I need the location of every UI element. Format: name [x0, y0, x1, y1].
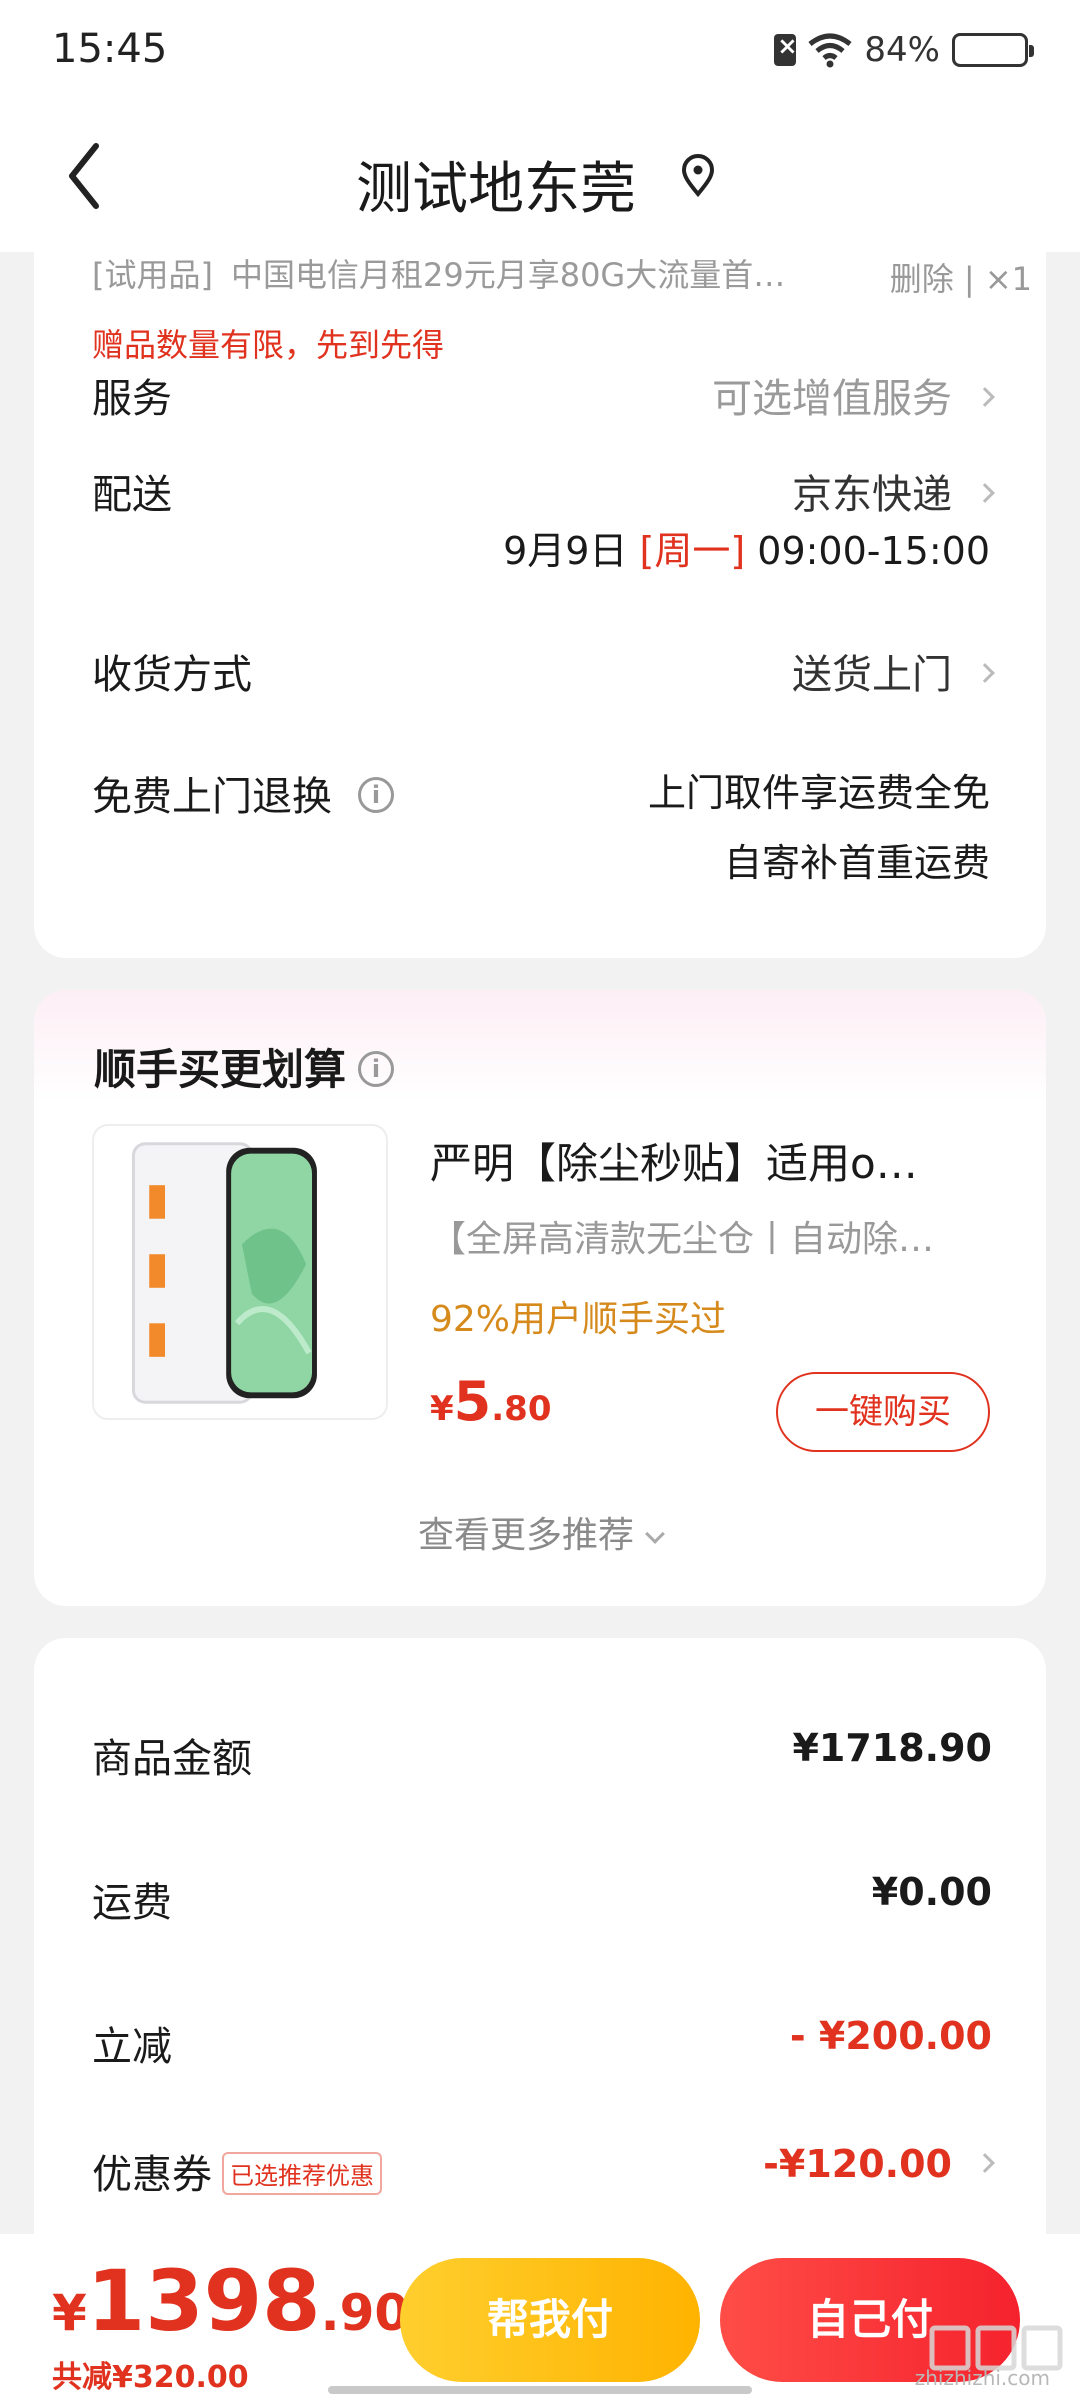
more-recommend-link[interactable]: 查看更多推荐 [34, 1506, 1046, 1558]
info-icon[interactable]: i [358, 777, 394, 813]
location-pin-icon[interactable] [680, 154, 716, 198]
nav-header: 测试地东莞 [0, 100, 1080, 252]
watermark-text: zhizhizhi.com [914, 2366, 1050, 2390]
shipping-label: 运费 [92, 1880, 172, 1926]
recommend-title: 顺手买更划算 i [94, 1036, 395, 1097]
shipping-row: 运费 ¥0.00 [92, 1870, 992, 1928]
wifi-icon [808, 33, 852, 68]
trial-item-text: 中国电信月租29元月享80G大流量首… [230, 256, 786, 294]
total-currency: ¥ [52, 2284, 87, 2342]
coupon-row[interactable]: 优惠券 已选推荐优惠 -¥120.00 [92, 2142, 995, 2200]
goods-amount-value: ¥1718.90 [792, 1726, 992, 1770]
receive-method-value[interactable]: 送货上门 [792, 642, 995, 700]
divider: | [953, 260, 985, 298]
service-value-text: 可选增值服务 [712, 376, 952, 422]
product-image[interactable] [92, 1124, 388, 1420]
delivery-value[interactable]: 京东快递 [792, 462, 995, 520]
coupon-value[interactable]: -¥120.00 [763, 2142, 995, 2186]
instant-discount-value: - ¥200.00 [789, 2014, 992, 2058]
price-decimal: .80 [491, 1389, 552, 1429]
coupon-tag: 已选推荐优惠 [222, 2151, 382, 2195]
trial-item-row: [试用品] 中国电信月租29元月享80G大流量首… 删除 | ×1 [92, 250, 1032, 298]
receive-method-value-text: 送货上门 [792, 652, 952, 698]
sim-off-icon [774, 32, 798, 66]
total-decimal: .90 [320, 2284, 410, 2342]
product-bought-rate: 92%用户顺手买过 [430, 1299, 727, 1340]
product-name[interactable]: 严明【除尘秒贴】适用o… [430, 1130, 990, 1191]
free-return-line1: 上门取件享运费全免 [647, 771, 990, 815]
one-click-buy-button[interactable]: 一键购买 [776, 1372, 990, 1452]
recommend-card: 顺手买更划算 i 严明【除尘秒贴】适用o… 【全屏高清款无尘仓丨自动除… 92%用… [34, 990, 1046, 1606]
home-indicator[interactable] [328, 2386, 752, 2394]
back-arrow-icon[interactable] [60, 136, 108, 216]
more-recommend-text: 查看更多推荐 [417, 1515, 634, 1556]
trial-item-actions: 删除 | ×1 [890, 254, 1032, 300]
page-title: 测试地东莞 [356, 157, 636, 222]
instant-discount-row: 立减 - ¥200.00 [92, 2014, 992, 2072]
coupon-label: 优惠券 [92, 2152, 212, 2198]
product-price: ¥5.80 [430, 1370, 551, 1433]
delivery-value-text: 京东快递 [792, 472, 952, 518]
total-saved: 共减¥320.00 [52, 2360, 249, 2395]
battery-percent: 84% [864, 30, 940, 70]
help-pay-button[interactable]: 帮我付 [400, 2258, 700, 2382]
delivery-time: 9月9日 [周一] 09:00-15:00 [503, 520, 990, 575]
delivery-date: 9月9日 [503, 529, 628, 573]
service-row[interactable]: 服务 可选增值服务 [92, 366, 995, 424]
trial-tag: [试用品] [92, 256, 213, 294]
delivery-label: 配送 [92, 472, 172, 518]
chevron-down-icon [645, 1524, 665, 1544]
delete-button[interactable]: 删除 [890, 260, 954, 298]
order-details-card: [试用品] 中国电信月租29元月享80G大流量首… 删除 | ×1 赠品数量有限，… [34, 240, 1046, 958]
recommend-title-text: 顺手买更划算 [94, 1045, 347, 1094]
total-price: ¥1398.90 [52, 2252, 409, 2350]
goods-amount-label: 商品金额 [92, 1736, 252, 1782]
status-icons: 84% [774, 28, 1034, 72]
receive-method-row[interactable]: 收货方式 送货上门 [92, 642, 995, 700]
chevron-right-icon [975, 483, 995, 503]
trial-qty: ×1 [984, 260, 1032, 298]
battery-icon [952, 33, 1034, 67]
gift-limited-note: 赠品数量有限，先到先得 [92, 326, 445, 364]
chevron-right-icon [975, 663, 995, 683]
service-value[interactable]: 可选增值服务 [712, 366, 995, 424]
free-return-label: 免费上门退换 [92, 774, 332, 820]
price-currency: ¥ [430, 1389, 454, 1429]
delivery-weekday: [周一] [639, 529, 746, 573]
shipping-value: ¥0.00 [871, 1870, 992, 1914]
delivery-time-range: 09:00-15:00 [757, 529, 990, 573]
service-label: 服务 [92, 376, 172, 422]
receive-method-label: 收货方式 [92, 652, 252, 698]
free-return-line2: 自寄补首重运费 [723, 841, 990, 885]
status-bar: 15:45 84% [0, 0, 1080, 100]
coupon-value-text: -¥120.00 [763, 2142, 952, 2186]
chevron-right-icon [975, 2152, 995, 2173]
status-time: 15:45 [52, 26, 168, 72]
price-integer: 5 [453, 1370, 492, 1433]
info-icon[interactable]: i [358, 1050, 395, 1087]
instant-discount-label: 立减 [92, 2024, 172, 2070]
product-desc: 【全屏高清款无尘仓丨自动除… [430, 1219, 935, 1260]
chevron-right-icon [975, 387, 995, 407]
goods-amount-row: 商品金额 ¥1718.90 [92, 1726, 992, 1784]
total-integer: 1398 [86, 2252, 321, 2350]
delivery-row[interactable]: 配送 京东快递 [92, 462, 995, 520]
